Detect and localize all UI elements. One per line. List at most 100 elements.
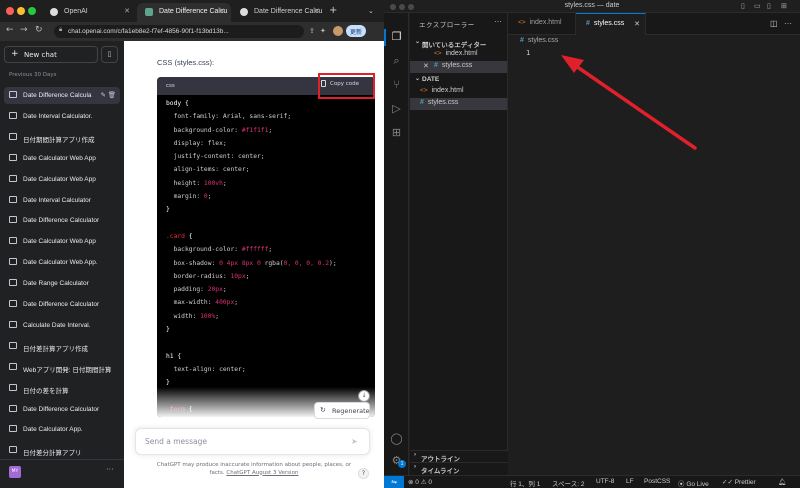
chat-history-item[interactable]: Webアプリ開発: 日付期間計算 xyxy=(4,359,120,376)
chat-title: Date Difference Calculator xyxy=(23,301,100,308)
tab-search-chevron-icon[interactable]: ⌄ xyxy=(368,7,374,15)
outline-section[interactable]: › アウトライン xyxy=(410,450,508,463)
favicon-icon xyxy=(145,8,153,16)
search-icon[interactable]: ⌕ xyxy=(390,55,403,68)
editor-tab-index-html[interactable]: <> index.html xyxy=(508,13,576,35)
toggle-secondary-sidebar-icon[interactable]: ▯ xyxy=(767,2,771,10)
chat-history-item[interactable]: 日付期間計算アプリ作成 xyxy=(4,129,120,146)
minimize-window-button[interactable] xyxy=(17,7,25,15)
prettier-status[interactable]: ✓✓ Prettier xyxy=(722,478,756,486)
help-button[interactable]: ? xyxy=(358,468,369,479)
close-tab-icon[interactable]: ✕ xyxy=(314,7,320,15)
prettier-label: Prettier xyxy=(734,479,756,486)
scroll-to-bottom-icon[interactable]: ↓ xyxy=(358,390,370,402)
version-link[interactable]: ChatGPT August 3 Version xyxy=(226,470,298,476)
user-menu[interactable]: MY ··· xyxy=(0,459,124,488)
send-icon[interactable]: ➤ xyxy=(351,437,358,446)
zoom-window-button[interactable] xyxy=(28,7,36,15)
folder-section[interactable]: ⌄ DATE xyxy=(412,74,508,86)
cursor-position[interactable]: 行 1、列 1 xyxy=(510,478,540,488)
close-tab-icon[interactable]: ✕ xyxy=(219,7,225,15)
status-bar: ⇋ ⊗ 0 ⚠ 0 行 1、列 1 スペース: 2 UTF-8 LF PostC… xyxy=(384,475,800,488)
chat-history-item[interactable]: 日付差分計算アプリ xyxy=(4,442,120,459)
url-input[interactable]: 🔒︎ chat.openai.com/c/fa1eb8e2-f7ef-4856-… xyxy=(54,25,304,38)
update-button[interactable]: 更新 xyxy=(346,25,367,37)
tab-label: index.html xyxy=(529,19,562,26)
chat-history-item[interactable]: 日付の差を計算 xyxy=(4,380,120,397)
code-line: align-items: center; xyxy=(166,163,371,176)
open-editors-section[interactable]: ⌄ 開いているエディター xyxy=(412,37,508,49)
browser-tab-openai[interactable]: OpenAI ✕ xyxy=(42,3,136,22)
chat-history-item[interactable]: Date Difference Calculator xyxy=(4,296,120,313)
chat-history-item[interactable]: Date Calculator App. xyxy=(4,421,120,438)
open-editor-styles-css[interactable]: ✕ # styles.css xyxy=(410,61,507,73)
reload-icon[interactable]: ↻ xyxy=(35,25,43,35)
regenerate-button[interactable]: ↻ Regenerate xyxy=(314,402,370,419)
close-tab-icon[interactable]: ✕ xyxy=(634,20,640,28)
chat-history-item[interactable]: Date Interval Calculator xyxy=(4,192,120,209)
problems-status[interactable]: ⊗ 0 ⚠ 0 xyxy=(408,478,432,486)
toggle-panel-icon[interactable]: ▭ xyxy=(754,2,761,10)
indentation-status[interactable]: スペース: 2 xyxy=(552,478,584,488)
profile-avatar[interactable] xyxy=(333,26,343,36)
forward-icon[interactable]: → xyxy=(20,25,28,35)
chat-history-item[interactable]: Date Difference Calculator xyxy=(4,401,120,418)
html-file-icon: <> xyxy=(434,50,442,57)
share-icon[interactable]: ⇪ xyxy=(309,27,315,35)
customize-layout-icon[interactable]: ⊞ xyxy=(781,2,787,10)
message-input[interactable]: Send a message xyxy=(135,428,370,455)
tab-label: styles.css xyxy=(593,20,625,27)
browser-tab-date-calc-active[interactable]: Date Difference Calcu ✕ xyxy=(137,3,231,22)
css-file-icon: # xyxy=(434,62,438,69)
eol-status[interactable]: LF xyxy=(626,478,634,485)
code-token: text-align: xyxy=(166,365,220,373)
close-icon[interactable]: ✕ xyxy=(423,62,429,70)
back-icon[interactable]: ← xyxy=(6,25,14,35)
sidebar-toggle-icon[interactable]: ▯ xyxy=(101,46,118,63)
user-avatar[interactable]: MY xyxy=(9,466,21,478)
extensions-icon[interactable]: ⊞ xyxy=(390,127,403,140)
close-tab-icon[interactable]: ✕ xyxy=(124,7,130,15)
go-live-button[interactable]: ⦿ Go Live xyxy=(678,478,709,488)
new-tab-icon[interactable]: + xyxy=(329,5,337,16)
chat-history-item[interactable]: Date Calculator Web App. xyxy=(4,254,120,271)
encoding-status[interactable]: UTF-8 xyxy=(596,478,614,485)
edit-delete-actions[interactable]: ✎ 🗑︎ xyxy=(98,91,116,99)
chat-title: Date Calculator Web App xyxy=(23,155,96,162)
disclaimer: ChatGPT may produce inaccurate informati… xyxy=(150,462,358,477)
remote-icon[interactable]: ⇋ xyxy=(384,476,404,488)
chat-history-item[interactable]: Date Calculator Web App xyxy=(4,171,120,188)
file-styles-css[interactable]: # styles.css xyxy=(410,98,507,110)
file-index-html[interactable]: <> index.html xyxy=(410,86,507,98)
chat-history-item[interactable]: Date Calculator Web App xyxy=(4,233,120,250)
chat-history-item[interactable]: 日付差計算アプリ作成 xyxy=(4,338,120,355)
browser-tab-date-calc[interactable]: Date Difference Calcu ✕ xyxy=(232,3,326,22)
timeline-section[interactable]: › タイムライン xyxy=(410,462,508,475)
open-editor-index-html[interactable]: <> index.html xyxy=(410,49,507,61)
run-debug-icon[interactable]: ▷ xyxy=(390,103,403,116)
more-icon[interactable]: ··· xyxy=(106,465,114,474)
code-token: ; xyxy=(215,312,220,320)
more-actions-icon[interactable]: ··· xyxy=(494,17,502,26)
editor-tab-styles-css[interactable]: # styles.css ✕ xyxy=(576,13,646,35)
chat-history-item[interactable]: Date Difference Calcula ✎ 🗑︎ xyxy=(4,87,120,104)
toggle-sidebar-icon[interactable]: ▯ xyxy=(741,2,745,10)
chat-history-item[interactable]: Date Range Calculator xyxy=(4,275,120,292)
account-icon[interactable]: ◯ xyxy=(390,433,403,446)
chat-history-item[interactable]: Date Interval Calculator. xyxy=(4,108,120,125)
breadcrumb[interactable]: # styles.css xyxy=(520,37,558,44)
new-chat-button[interactable]: + New chat xyxy=(4,46,98,63)
source-control-icon[interactable]: ⑂ xyxy=(390,79,403,92)
language-mode[interactable]: PostCSS xyxy=(644,478,670,485)
more-actions-icon[interactable]: ··· xyxy=(784,19,792,28)
split-editor-icon[interactable]: ◫ xyxy=(770,19,778,28)
code-line: border-radius: 10px; xyxy=(166,270,371,283)
close-window-button[interactable] xyxy=(6,7,14,15)
chat-history-item[interactable]: Calculate Date Interval. xyxy=(4,317,120,334)
explorer-icon[interactable]: ❐ xyxy=(390,31,403,44)
notifications-bell-icon[interactable]: 🔔︎ xyxy=(778,478,786,486)
chat-history-item[interactable]: Date Difference Calculator xyxy=(4,212,120,229)
chat-history-item[interactable]: Date Calculator Web App xyxy=(4,150,120,167)
extensions-icon[interactable]: ✦ xyxy=(320,27,326,35)
